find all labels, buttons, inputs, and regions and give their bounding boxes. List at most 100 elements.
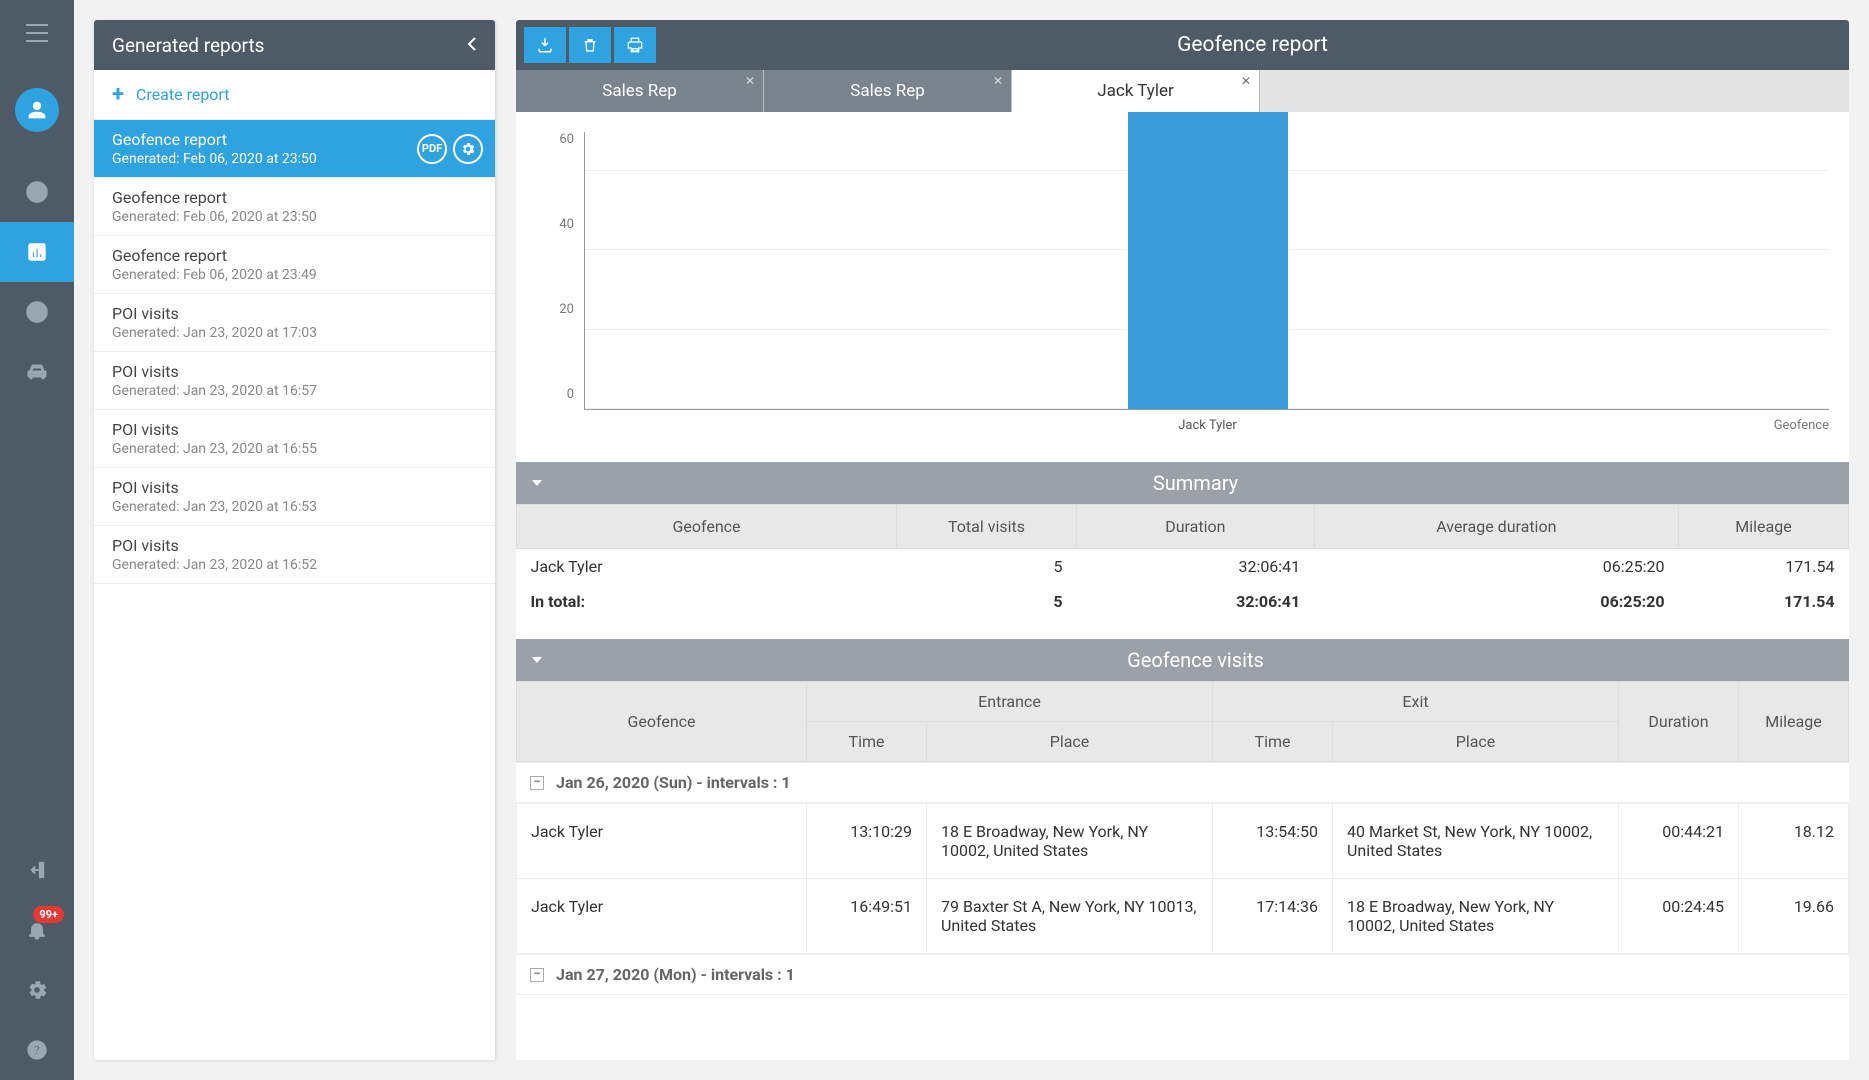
visits-th-exit: Exit <box>1213 682 1619 722</box>
report-item-title: Geofence report <box>112 246 477 265</box>
report-item-sub: Generated: Jan 23, 2020 at 16:52 <box>112 557 477 573</box>
report-item[interactable]: Geofence report Generated: Feb 06, 2020 a… <box>94 178 495 236</box>
report-item-sub: Generated: Feb 06, 2020 at 23:49 <box>112 267 477 283</box>
tab-label: Jack Tyler <box>1097 81 1174 101</box>
nav-exit[interactable] <box>0 840 74 900</box>
visits-body: −Jan 26, 2020 (Sun) - intervals : 1Jack … <box>516 762 1849 995</box>
report-item-title: POI visits <box>112 304 477 323</box>
close-icon[interactable]: ✕ <box>1241 74 1251 88</box>
visits-th-e-time: Time <box>807 722 927 762</box>
report-item[interactable]: POI visits Generated: Jan 23, 2020 at 17:… <box>94 294 495 352</box>
visits-group-row: −Jan 26, 2020 (Sun) - intervals : 1 <box>516 762 1849 803</box>
report-item-sub: Generated: Jan 23, 2020 at 17:03 <box>112 325 477 341</box>
visits-th-geofence: Geofence <box>517 682 807 762</box>
left-rail: 99+ ? <box>0 0 74 1080</box>
report-item-sub: Generated: Feb 06, 2020 at 23:50 <box>112 209 477 225</box>
group-label: Jan 26, 2020 (Sun) - intervals : 1 <box>556 773 791 792</box>
summary-title: Summary <box>556 471 1835 495</box>
pdf-icon[interactable]: PDF <box>417 134 447 164</box>
tab[interactable]: Jack Tyler ✕ <box>1012 70 1260 112</box>
visits-collapse-icon[interactable] <box>530 648 544 672</box>
nav-globe[interactable] <box>0 162 74 222</box>
summary-total-row: In total:532:06:4106:25:20171.54 <box>517 584 1849 619</box>
nav-help[interactable]: ? <box>0 1020 74 1080</box>
summary-collapse-icon[interactable] <box>530 471 544 495</box>
svg-text:?: ? <box>34 1044 40 1059</box>
report-item-title: POI visits <box>112 420 477 439</box>
chart: 6040200 Geofence Jack Tyler <box>516 112 1849 442</box>
notification-badge: 99+ <box>33 906 64 923</box>
bar <box>1128 112 1288 409</box>
print-button[interactable] <box>614 27 656 63</box>
main-body: 6040200 Geofence Jack Tyler Summary Geof… <box>516 112 1849 1060</box>
visits-th-x-time: Time <box>1213 722 1333 762</box>
visits-title: Geofence visits <box>556 648 1835 672</box>
hamburger-button[interactable] <box>0 8 74 58</box>
tabs: Sales Rep✕Sales Rep✕Jack Tyler✕ <box>516 70 1849 112</box>
report-item-sub: Generated: Jan 23, 2020 at 16:57 <box>112 383 477 399</box>
report-item-title: POI visits <box>112 478 477 497</box>
nav-car[interactable] <box>0 342 74 402</box>
visits-rows-table: Jack Tyler13:10:2918 E Broadway, New Yor… <box>516 803 1849 954</box>
report-item-title: POI visits <box>112 536 477 555</box>
delete-button[interactable] <box>569 27 611 63</box>
report-item[interactable]: Geofence reportGenerated: Feb 06, 2020 a… <box>94 120 495 178</box>
tab-label: Sales Rep <box>850 81 925 101</box>
chart-x-axis-title: Geofence <box>1774 418 1829 433</box>
main-title: Geofence report <box>656 33 1849 57</box>
y-tick: 60 <box>559 132 574 147</box>
main-panel: Geofence report Sales Rep✕Sales Rep✕Jack… <box>516 20 1849 1060</box>
y-tick: 0 <box>567 387 574 402</box>
report-item[interactable]: POI visitsGenerated: Jan 23, 2020 at 16:… <box>94 410 495 468</box>
tab[interactable]: Sales Rep ✕ <box>764 70 1012 112</box>
visits-th-x-place: Place <box>1333 722 1619 762</box>
report-item-sub: Generated: Jan 23, 2020 at 16:53 <box>112 499 477 515</box>
create-report-label: Create report <box>136 85 229 104</box>
expand-icon[interactable]: − <box>530 776 544 790</box>
summary-th-geofence: Geofence <box>517 505 897 549</box>
close-icon[interactable]: ✕ <box>993 74 1003 88</box>
collapse-icon[interactable] <box>467 34 477 57</box>
visit-row: Jack Tyler16:49:5179 Baxter St A, New Yo… <box>517 879 1849 954</box>
summary-th-avg: Average duration <box>1314 505 1678 549</box>
report-item[interactable]: POI visits Generated: Jan 23, 2020 at 16:… <box>94 468 495 526</box>
visits-th-entrance: Entrance <box>807 682 1213 722</box>
summary-table: Geofence Total visits Duration Average d… <box>516 504 1849 619</box>
nav-settings[interactable] <box>0 960 74 1020</box>
nav-reports[interactable] <box>0 222 74 282</box>
reports-panel: Generated reports + Create report Geofen… <box>94 20 496 1060</box>
y-tick: 20 <box>559 302 574 317</box>
nav-clock[interactable] <box>0 282 74 342</box>
visits-header: Geofence visits <box>516 639 1849 681</box>
report-item-title: Geofence report <box>112 188 477 207</box>
user-avatar[interactable] <box>15 88 59 132</box>
topbar: Geofence report <box>516 20 1849 70</box>
report-item[interactable]: POI visitsGenerated: Jan 23, 2020 at 16:… <box>94 352 495 410</box>
gear-icon[interactable] <box>453 134 483 164</box>
expand-icon[interactable]: − <box>530 968 544 982</box>
summary-th-mileage: Mileage <box>1679 505 1849 549</box>
reports-title: Generated reports <box>112 34 264 57</box>
group-label: Jan 27, 2020 (Mon) - intervals : 1 <box>556 965 795 984</box>
x-category-label: Jack Tyler <box>1178 418 1237 433</box>
tab[interactable]: Sales Rep✕ <box>516 70 764 112</box>
chart-plot: Geofence Jack Tyler <box>584 132 1829 410</box>
visits-th-duration: Duration <box>1619 682 1739 762</box>
create-report-button[interactable]: + Create report <box>94 70 495 120</box>
download-button[interactable] <box>524 27 566 63</box>
summary-th-duration: Duration <box>1077 505 1315 549</box>
visits-group-row: −Jan 27, 2020 (Mon) - intervals : 1 <box>516 954 1849 995</box>
summary-row: Jack Tyler532:06:4106:25:20171.54 <box>517 549 1849 585</box>
reports-header: Generated reports <box>94 20 495 70</box>
report-item[interactable]: POI visits Generated: Jan 23, 2020 at 16:… <box>94 526 495 584</box>
visits-table: Geofence Entrance Exit Duration Mileage … <box>516 681 1849 762</box>
report-list: Geofence report Generated: Feb 06, 2020 a… <box>94 120 495 1060</box>
report-item[interactable]: Geofence report Generated: Feb 06, 2020 a… <box>94 236 495 294</box>
visits-th-mileage: Mileage <box>1739 682 1849 762</box>
nav-notifications[interactable]: 99+ <box>0 900 74 960</box>
close-icon[interactable]: ✕ <box>745 74 755 88</box>
visits-th-e-place: Place <box>927 722 1213 762</box>
summary-th-visits: Total visits <box>897 505 1077 549</box>
visit-row: Jack Tyler13:10:2918 E Broadway, New Yor… <box>517 804 1849 879</box>
plus-icon: + <box>112 82 124 107</box>
